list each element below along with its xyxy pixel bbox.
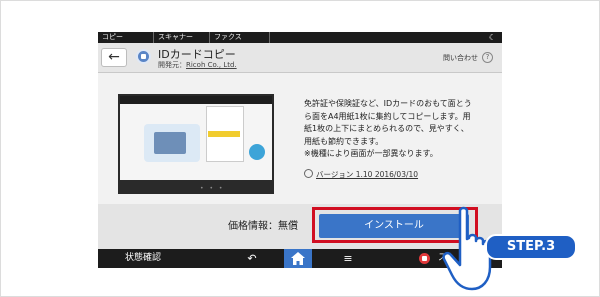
top-tab-bar: コピー スキャナー ファクス ☾ [98,32,502,43]
clock-icon [304,169,313,178]
developer-link[interactable]: Ricoh Co., Ltd. [186,61,237,69]
home-button[interactable] [284,249,312,268]
price-label: 価格情報：無償 [228,221,298,232]
tab-fax[interactable]: ファクス [210,32,270,43]
version-link[interactable]: バージョン 1.10 2016/03/10 [316,170,418,179]
back-nav-icon[interactable]: ↶ [242,249,262,268]
preview-start-button [249,144,265,160]
description-note: ※機種により画面が一部異なります。 [304,149,438,158]
developer-prefix: 開発元： [158,61,186,69]
description-line: ら面をA4用紙1枚に集約してコピーします。用 [304,111,471,121]
description-line: 紙1枚の上下にまとめられるので、見やすく、 [304,124,469,133]
tab-scanner[interactable]: スキャナー [154,32,210,43]
back-arrow-icon: ← [108,49,120,65]
preview-id-card [154,132,186,154]
carousel-dots[interactable]: • • • [200,185,224,192]
preview-highlight-bar [208,131,240,137]
description-line: 用紙も節約できます。 [304,136,384,146]
menu-icon[interactable]: ≡ [338,249,358,268]
developer-line: 開発元：Ricoh Co., Ltd. [158,60,237,70]
home-icon [291,252,305,265]
contact-link[interactable]: 問い合わせ [443,53,478,63]
description-line: 免許証や保険証など、IDカードのおもて面とう [304,99,472,108]
back-button[interactable]: ← [101,48,127,67]
tab-copy[interactable]: コピー [98,32,154,43]
step-badge: STEP.3 [485,234,577,260]
app-description: 免許証や保険証など、IDカードのおもて面とう ら面をA4用紙1枚に集約してコピー… [304,98,494,161]
status-check-button[interactable]: 状態確認 [104,249,182,268]
app-screenshot-preview[interactable] [118,94,274,194]
version-info: バージョン 1.10 2016/03/10 [304,169,418,180]
stop-icon[interactable] [419,253,430,264]
help-icon[interactable]: ? [482,52,493,63]
preview-topbar [120,96,272,104]
app-icon [136,49,151,64]
moon-icon[interactable]: ☾ [489,33,496,42]
app-header: ← IDカードコピー 開発元：Ricoh Co., Ltd. 問い合わせ ? [98,43,502,73]
preview-bottombar [120,180,272,192]
